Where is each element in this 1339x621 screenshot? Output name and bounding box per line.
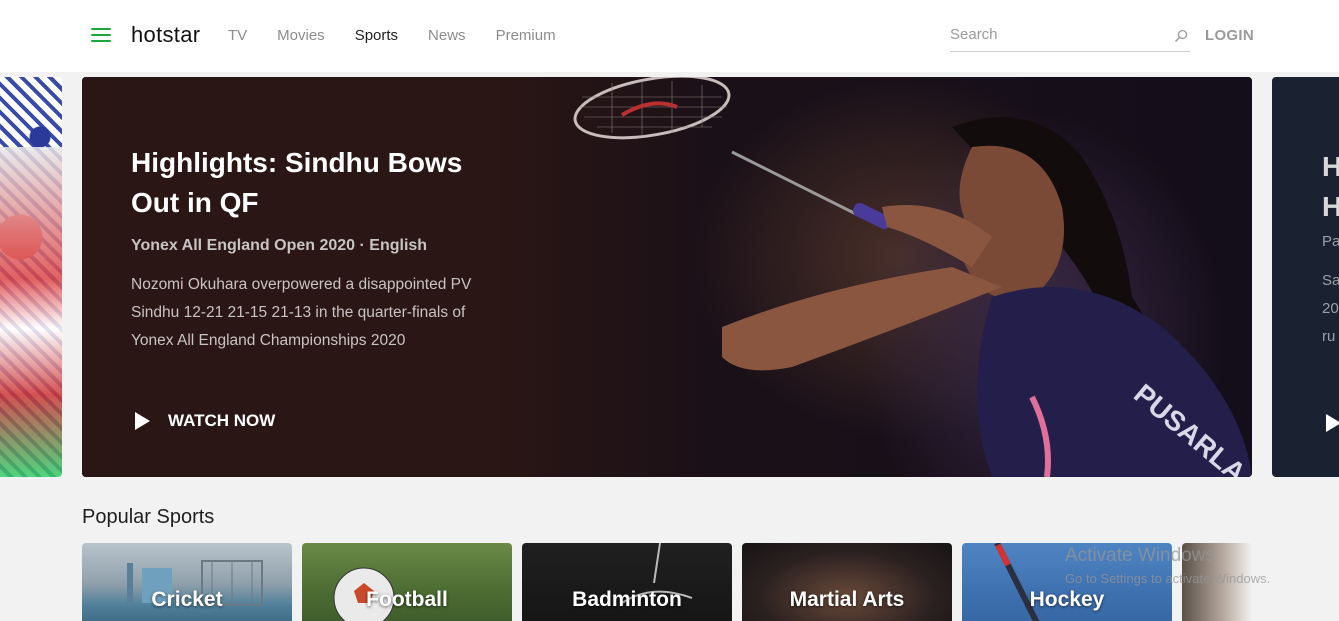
tile-badminton[interactable]: Badminton — [522, 543, 732, 621]
tile-cricket[interactable]: Cricket — [82, 543, 292, 621]
hero-description: Nozomi Okuhara overpowered a disappointe… — [131, 276, 472, 349]
nav-premium[interactable]: Premium — [496, 27, 556, 44]
tile-label: Martial Arts — [789, 588, 905, 611]
prev-slide-image — [0, 147, 62, 477]
tile-football[interactable]: Football — [302, 543, 512, 621]
nav-movies[interactable]: Movies — [277, 27, 325, 44]
watermark-line-1: Activate Windows — [1065, 545, 1215, 566]
watermark-line-2: Go to Settings to activate Windows. — [1065, 571, 1271, 586]
windows-activation-watermark: Activate Windows Go to Settings to activ… — [1065, 545, 1270, 586]
hero-title[interactable]: Highlights: Sindhu Bows Out in QF — [131, 143, 511, 223]
search-input[interactable] — [950, 24, 1160, 45]
search-icon[interactable] — [1174, 29, 1188, 43]
hotstar-logo[interactable]: hotstar — [131, 22, 200, 48]
watch-now-label: WATCH NOW — [168, 411, 276, 430]
tile-label: Cricket — [151, 588, 223, 611]
next-slide-meta: Pa — [1322, 233, 1339, 250]
menu-icon[interactable] — [91, 28, 111, 44]
nav-news[interactable]: News — [428, 27, 466, 44]
popular-sports-heading: Popular Sports — [82, 506, 215, 528]
hero-banner[interactable]: PUSARLA INDIA Highlights: Sindhu Bows Ou… — [82, 77, 1252, 477]
main-nav: TV Movies Sports News Premium — [228, 27, 586, 44]
hero-text-block: Highlights: Sindhu Bows Out in QF Yonex … — [131, 143, 511, 355]
tile-label: Badminton — [572, 588, 682, 611]
top-header: hotstar TV Movies Sports News Premium LO… — [0, 0, 1339, 72]
tile-label: Hockey — [1029, 588, 1105, 611]
login-button[interactable]: LOGIN — [1205, 27, 1254, 44]
athlete-image: PUSARLA INDIA — [722, 117, 1252, 477]
play-icon — [1326, 414, 1339, 432]
search-box — [950, 24, 1190, 52]
next-slide-title: H H — [1322, 151, 1339, 222]
play-icon — [135, 412, 150, 430]
tile-martial-arts[interactable]: Martial Arts — [742, 543, 952, 621]
next-slide-description: Sa 20 ru — [1322, 272, 1339, 345]
nav-sports[interactable]: Sports — [355, 27, 398, 44]
next-slide-peek[interactable]: H H Pa Sa 20 ru — [1272, 77, 1339, 477]
prev-slide-peek[interactable] — [0, 77, 62, 477]
tile-label: Football — [366, 588, 448, 611]
hero-meta: Yonex All England Open 2020 · English — [131, 237, 428, 254]
watch-now-button[interactable]: WATCH NOW — [135, 411, 275, 431]
nav-tv[interactable]: TV — [228, 27, 247, 44]
